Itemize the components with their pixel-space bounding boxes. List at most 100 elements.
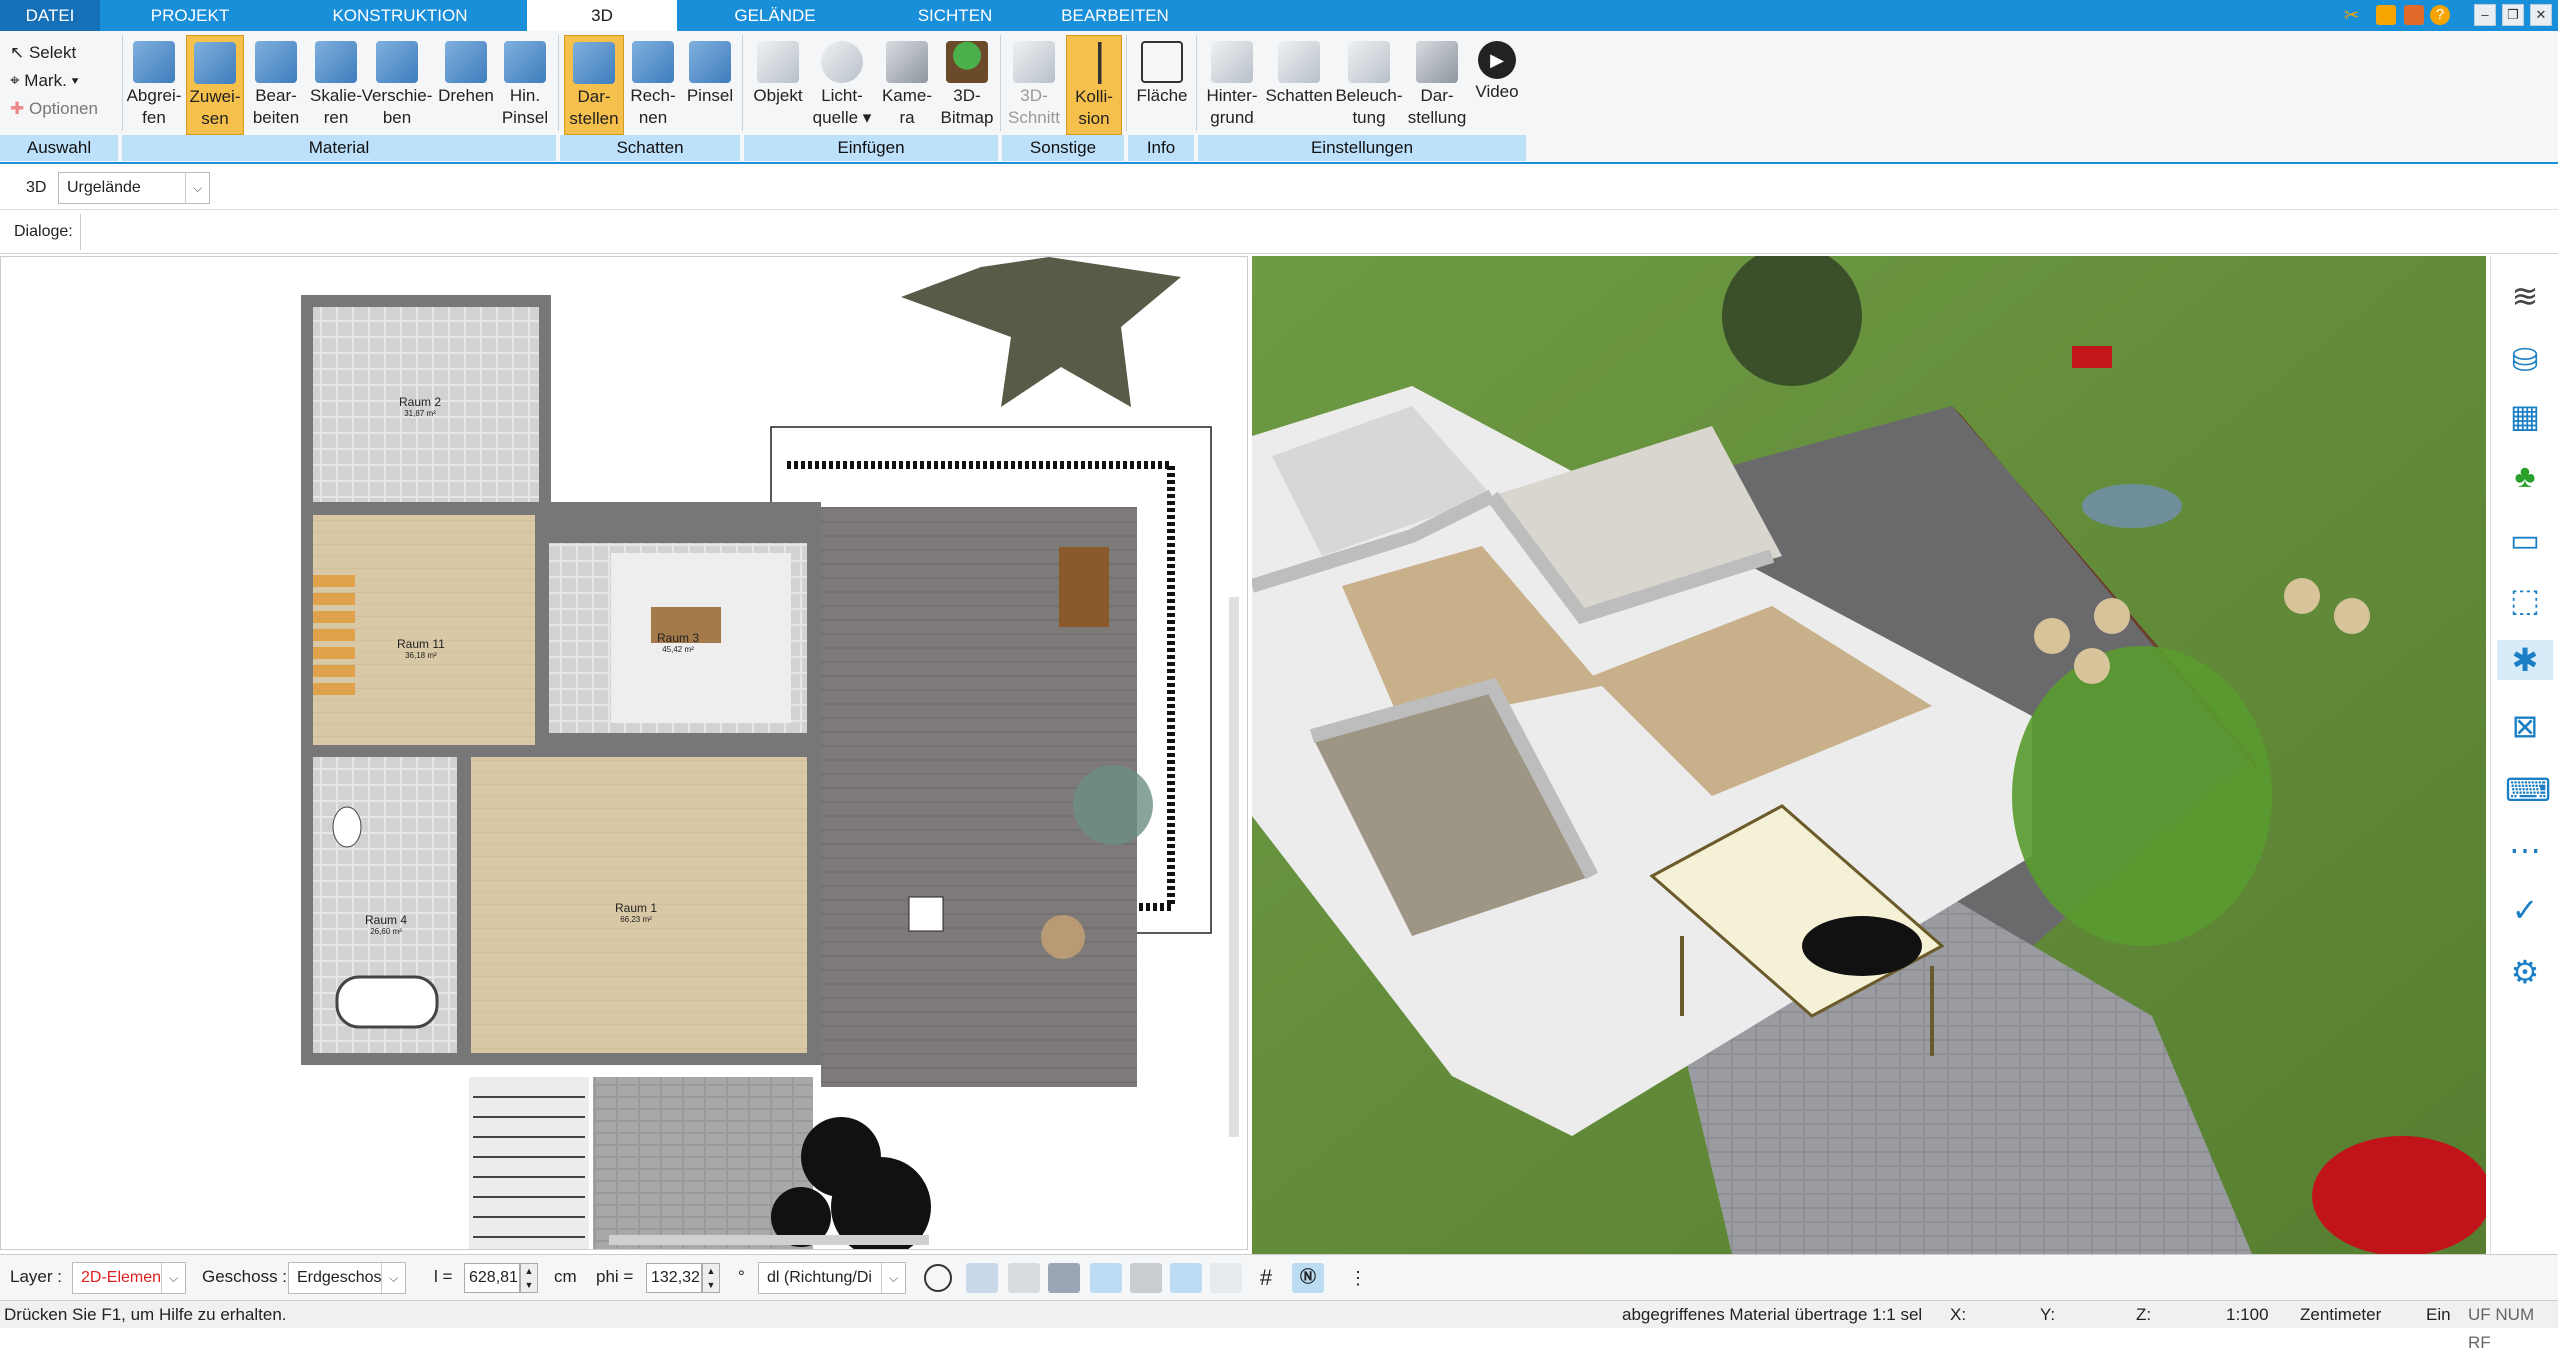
cursor-icon: ↖: [10, 43, 29, 62]
mark-label: Mark.: [24, 71, 67, 90]
abgreifen-button[interactable]: Abgrei-fen: [124, 35, 184, 135]
settings-gear-icon[interactable]: ⚙: [2505, 952, 2545, 992]
input-bar: Layer : 2D-Elemen ⌵ Geschoss : Erdgeschos…: [0, 1254, 2558, 1300]
flaeche-button[interactable]: Fläche: [1132, 35, 1192, 135]
beleuchtung-button[interactable]: Beleuch-tung: [1334, 35, 1404, 135]
options-tool[interactable]: ✚ Optionen: [10, 95, 98, 123]
drehen-button[interactable]: Drehen: [434, 35, 498, 135]
kamera-button[interactable]: Kame-ra: [876, 35, 938, 135]
dialogs-label: Dialoge:: [14, 223, 73, 240]
wave-icon[interactable]: [1210, 1263, 1242, 1293]
length-label: l =: [434, 1267, 453, 1286]
insert-mode-text: Ein: [2426, 1305, 2451, 1324]
monitor-sun-icon[interactable]: [966, 1263, 998, 1293]
floor-select[interactable]: Erdgeschos ⌵: [288, 1262, 406, 1294]
beleuchtung-label-2: tung: [1352, 108, 1386, 127]
cube-icon[interactable]: [1048, 1263, 1080, 1293]
layers-icon[interactable]: ≋: [2505, 276, 2545, 316]
schatten-pinsel-button[interactable]: Pinsel: [682, 35, 738, 135]
select-tool[interactable]: ↖ Selekt: [10, 39, 76, 67]
more-icon[interactable]: ⋯: [2505, 830, 2545, 870]
group-einfuegen: Einfügen: [744, 135, 1000, 161]
plants-catalog-icon[interactable]: ♣: [2505, 456, 2545, 496]
layer-plane-icon[interactable]: [1170, 1263, 1202, 1293]
calculate-shadow-icon: [632, 41, 674, 83]
3d-bitmap-label-1: 3D-: [953, 86, 981, 105]
kollision-button[interactable]: Kolli-sion: [1066, 35, 1122, 135]
3d-view[interactable]: [1252, 256, 2486, 1254]
tab-konstruktion[interactable]: KONSTRUKTION: [300, 0, 500, 31]
verschieben-button[interactable]: Verschie-ben: [360, 35, 434, 135]
group-schatten: Schatten: [560, 135, 742, 161]
catalog-icon[interactable]: [2404, 5, 2424, 25]
tools-icon[interactable]: ✂: [2344, 5, 2364, 25]
texture-icon[interactable]: [1130, 1263, 1162, 1293]
more-options-icon[interactable]: ⋮: [1342, 1263, 1374, 1293]
3d-schnitt-button[interactable]: 3D- Schnitt: [1004, 35, 1064, 135]
group-material: Material: [122, 135, 558, 161]
direction-select[interactable]: dl (Richtung/Di ⌵: [758, 1262, 906, 1294]
video-button[interactable]: ▶ Video: [1470, 35, 1524, 135]
rechnen-button[interactable]: Rech-nen: [624, 35, 682, 135]
phi-input[interactable]: 132,32: [646, 1263, 702, 1293]
layer-select[interactable]: 2D-Elemen ⌵: [72, 1262, 186, 1294]
object-icon[interactable]: [2376, 5, 2396, 25]
schatten-setting-button[interactable]: Schatten: [1264, 35, 1334, 135]
keyboard-icon[interactable]: ⌨: [2505, 770, 2551, 810]
render-cube-icon: [573, 42, 615, 84]
darstellung-label-1: Dar-: [1420, 86, 1454, 105]
mark-tool[interactable]: ⌖ Mark. ▾: [10, 67, 79, 95]
darstellung-button[interactable]: Dar-stellung: [1404, 35, 1470, 135]
delete-frame-icon[interactable]: ⊠: [2505, 706, 2545, 746]
check-icon[interactable]: ✓: [2505, 890, 2545, 930]
skalieren-label-2: ren: [323, 108, 349, 127]
minimize-icon[interactable]: –: [2474, 4, 2496, 26]
tab-bearbeiten[interactable]: BEARBEITEN: [1040, 0, 1190, 31]
zuweisen-button[interactable]: Zuwei-sen: [186, 35, 244, 135]
materials-catalog-icon[interactable]: ▦: [2505, 396, 2545, 436]
help-icon[interactable]: ?: [2430, 5, 2450, 25]
schatten-setting-label: Schatten: [1265, 86, 1333, 105]
dialogs-toolbar: Dialoge:: [0, 210, 2558, 254]
hin-pinsel-button[interactable]: Hin. Pinsel: [498, 35, 552, 135]
length-input[interactable]: 628,81: [464, 1263, 520, 1293]
eyedropper-icon: [133, 41, 175, 83]
darstellen-button[interactable]: Dar-stellen: [564, 35, 624, 135]
selection-frame-icon[interactable]: ⬚: [2505, 580, 2545, 620]
status-bar: Drücken Sie F1, um Hilfe zu erhalten. ab…: [0, 1300, 2558, 1352]
phi-stepper[interactable]: ▲ ▼: [702, 1263, 720, 1293]
hintergrund-button[interactable]: Hinter-grund: [1200, 35, 1264, 135]
edit-material-icon: [255, 41, 297, 83]
room-area: 26,60 m²: [370, 927, 402, 936]
hin-pinsel-label-2: Pinsel: [501, 108, 549, 127]
restore-icon[interactable]: ❐: [2502, 4, 2524, 26]
render-icon[interactable]: [1008, 1263, 1040, 1293]
grid-icon[interactable]: #: [1250, 1263, 1282, 1293]
horizontal-scrollbar[interactable]: [609, 1235, 929, 1245]
furniture-catalog-icon[interactable]: ⛁: [2505, 340, 2545, 380]
tab-projekt[interactable]: PROJEKT: [120, 0, 260, 31]
lichtquelle-button[interactable]: Licht-quelle ▾: [808, 35, 876, 135]
tab-gelaende[interactable]: GELÄNDE: [700, 0, 850, 31]
close-icon[interactable]: ✕: [2530, 4, 2552, 26]
puzzle-icon[interactable]: ✱: [2497, 640, 2553, 680]
bearbeiten-button[interactable]: Bear-beiten: [246, 35, 306, 135]
coord-z-label: Z:: [2136, 1305, 2152, 1324]
tab-datei[interactable]: DATEI: [0, 0, 100, 31]
tab-sichten[interactable]: SICHTEN: [880, 0, 1030, 31]
floor-plan-view[interactable]: Raum 2 31,87 m² Raum 11 36,18 m² Raum 3 45,…: [0, 256, 1248, 1250]
clock-icon[interactable]: [924, 1264, 952, 1292]
vertical-scrollbar[interactable]: [1229, 597, 1239, 1137]
length-stepper[interactable]: ▲ ▼: [520, 1263, 538, 1293]
window-icon[interactable]: ▭: [2505, 520, 2545, 560]
terrain-select[interactable]: Urgelände ⌵: [58, 172, 210, 204]
terrain-icon[interactable]: [1090, 1263, 1122, 1293]
room-label-raum2: Raum 2 31,87 m²: [399, 395, 441, 418]
tab-3d[interactable]: 3D: [527, 0, 677, 32]
3d-bitmap-button[interactable]: 3D- Bitmap: [938, 35, 996, 135]
chevron-down-icon: ⌵: [881, 1263, 905, 1293]
room-label-raum1: Raum 1 66,23 m²: [615, 901, 657, 924]
skalieren-button[interactable]: Skalie-ren: [306, 35, 366, 135]
north-icon[interactable]: Ⓝ: [1292, 1263, 1324, 1293]
objekt-button[interactable]: Objekt: [748, 35, 808, 135]
